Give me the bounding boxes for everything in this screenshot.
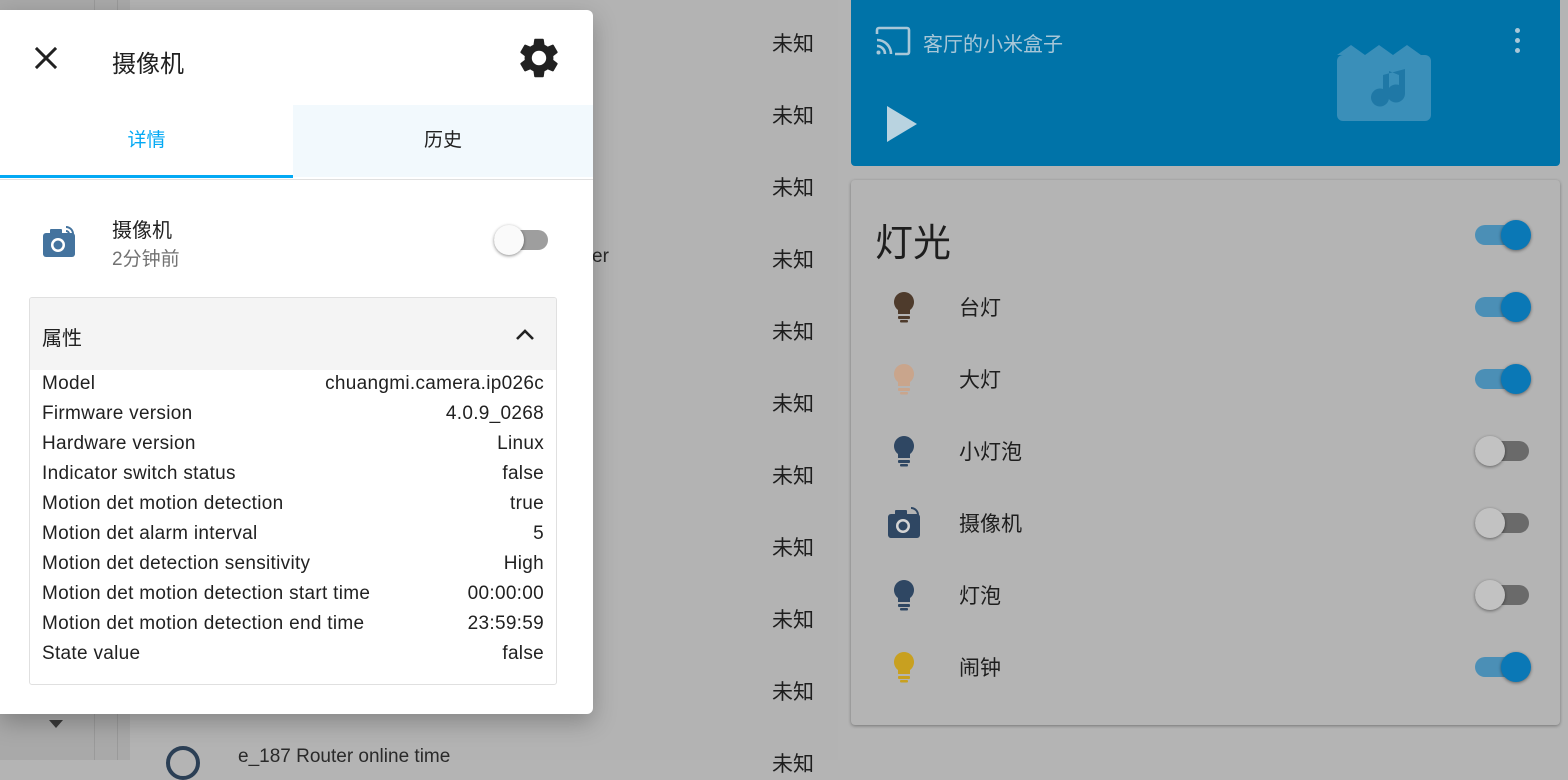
light-label: 大灯 (959, 369, 1001, 392)
row-label: e_187 Router online time (238, 746, 451, 767)
attribute-row: Model chuangmi.camera.ip026c (42, 373, 544, 403)
status-value: 未知 (772, 33, 814, 56)
status-value: 未知 (772, 465, 814, 488)
camera-icon (43, 226, 75, 257)
entity-toggle[interactable] (494, 224, 550, 255)
attribute-row: Firmware version 4.0.9_0268 (42, 403, 544, 433)
attribute-row: Indicator switch status false (42, 463, 544, 493)
dialog-title: 摄像机 (112, 51, 184, 78)
attribute-key: Firmware version (42, 403, 193, 424)
attribute-key: Motion det detection sensitivity (42, 553, 311, 574)
attribute-key: Motion det alarm interval (42, 523, 258, 544)
attribute-value: false (502, 643, 544, 664)
more-options-icon[interactable] (1515, 28, 1521, 58)
camera-icon (887, 506, 921, 540)
light-row[interactable]: 小灯泡 (851, 420, 1560, 492)
close-icon[interactable] (22, 34, 70, 82)
chevron-up-icon[interactable] (512, 322, 538, 348)
music-video-icon (1337, 45, 1431, 121)
attribute-row: Motion det detection sensitivity High (42, 553, 544, 583)
attribute-row: Motion det motion detection start time 00… (42, 583, 544, 613)
light-row[interactable]: 大灯 (851, 348, 1560, 420)
attribute-row: Motion det motion detection true (42, 493, 544, 523)
attribute-row: Hardware version Linux (42, 433, 544, 463)
attribute-value: High (503, 553, 544, 574)
status-value: 未知 (772, 681, 814, 704)
media-player-card[interactable]: 客厅的小米盒子 (851, 0, 1560, 166)
attributes-header[interactable]: 属性 (30, 298, 556, 370)
light-row[interactable]: 摄像机 (851, 492, 1560, 564)
attribute-row: State value false (42, 643, 544, 673)
attribute-row: Motion det motion detection end time 23:5… (42, 613, 544, 643)
attribute-value: chuangmi.camera.ip026c (325, 373, 544, 394)
lightbulb-icon (887, 650, 921, 684)
light-toggle[interactable] (1475, 363, 1531, 394)
attribute-key: Indicator switch status (42, 463, 236, 484)
light-row[interactable]: 台灯 (851, 276, 1560, 348)
status-value: 未知 (772, 249, 814, 272)
light-label: 小灯泡 (959, 441, 1022, 464)
router-icon (166, 746, 200, 780)
lights-master-toggle[interactable] (1475, 219, 1531, 250)
attribute-value: false (502, 463, 544, 484)
lights-card: 灯光 台灯大灯小灯泡摄像机灯泡闹钟 (851, 180, 1560, 725)
attribute-key: Motion det motion detection start time (42, 583, 371, 604)
status-value: 未知 (772, 537, 814, 560)
caret-down-icon[interactable] (49, 720, 63, 728)
light-label: 灯泡 (959, 585, 1001, 608)
status-value: 未知 (772, 321, 814, 344)
status-value: 未知 (772, 177, 814, 200)
dialog-tabs: 详情 历史 (0, 105, 593, 180)
light-toggle[interactable] (1475, 507, 1531, 538)
tab-details[interactable]: 详情 (0, 105, 293, 177)
light-label: 闹钟 (959, 657, 1001, 680)
cast-icon (875, 26, 911, 56)
status-value: 未知 (772, 609, 814, 632)
attributes-header-label: 属性 (42, 328, 82, 350)
light-toggle[interactable] (1475, 435, 1531, 466)
light-toggle[interactable] (1475, 651, 1531, 682)
attributes-panel: 属性 Model chuangmi.camera.ip026c Firmware v… (29, 297, 557, 685)
attribute-row: Motion det alarm interval 5 (42, 523, 544, 553)
lightbulb-icon (887, 578, 921, 612)
last-changed: 2分钟前 (112, 249, 180, 270)
status-value: 未知 (772, 393, 814, 416)
attribute-key: Model (42, 373, 96, 394)
attribute-key: Hardware version (42, 433, 196, 454)
light-label: 台灯 (959, 297, 1001, 320)
status-value: 未知 (772, 105, 814, 128)
lightbulb-icon (887, 434, 921, 468)
more-info-dialog: 摄像机 详情 历史 摄像机 2分钟前 属性 Model chuangmi.came… (0, 10, 593, 714)
attribute-key: State value (42, 643, 141, 664)
attribute-value: 5 (533, 523, 544, 544)
attribute-value: 00:00:00 (467, 583, 544, 604)
light-row[interactable]: 灯泡 (851, 564, 1560, 636)
light-toggle[interactable] (1475, 579, 1531, 610)
lightbulb-icon (887, 290, 921, 324)
status-value: 未知 (772, 753, 814, 776)
active-tab-indicator (0, 175, 293, 178)
divider (0, 179, 593, 180)
light-row[interactable]: 闹钟 (851, 636, 1560, 708)
tab-history[interactable]: 历史 (293, 105, 593, 177)
play-button[interactable] (887, 106, 917, 142)
light-toggle[interactable] (1475, 291, 1531, 322)
card-title: 灯光 (875, 223, 952, 265)
attribute-key: Motion det motion detection end time (42, 613, 365, 634)
light-label: 摄像机 (959, 513, 1022, 536)
gear-icon[interactable] (515, 34, 563, 82)
attribute-value: 23:59:59 (467, 613, 544, 634)
attribute-value: Linux (497, 433, 544, 454)
row-label-fragment: er (592, 246, 609, 267)
attribute-value: true (510, 493, 544, 514)
attribute-key: Motion det motion detection (42, 493, 284, 514)
attribute-value: 4.0.9_0268 (445, 403, 544, 424)
lightbulb-icon (887, 362, 921, 396)
entity-name: 摄像机 (112, 220, 172, 242)
media-player-title: 客厅的小米盒子 (923, 34, 1063, 56)
